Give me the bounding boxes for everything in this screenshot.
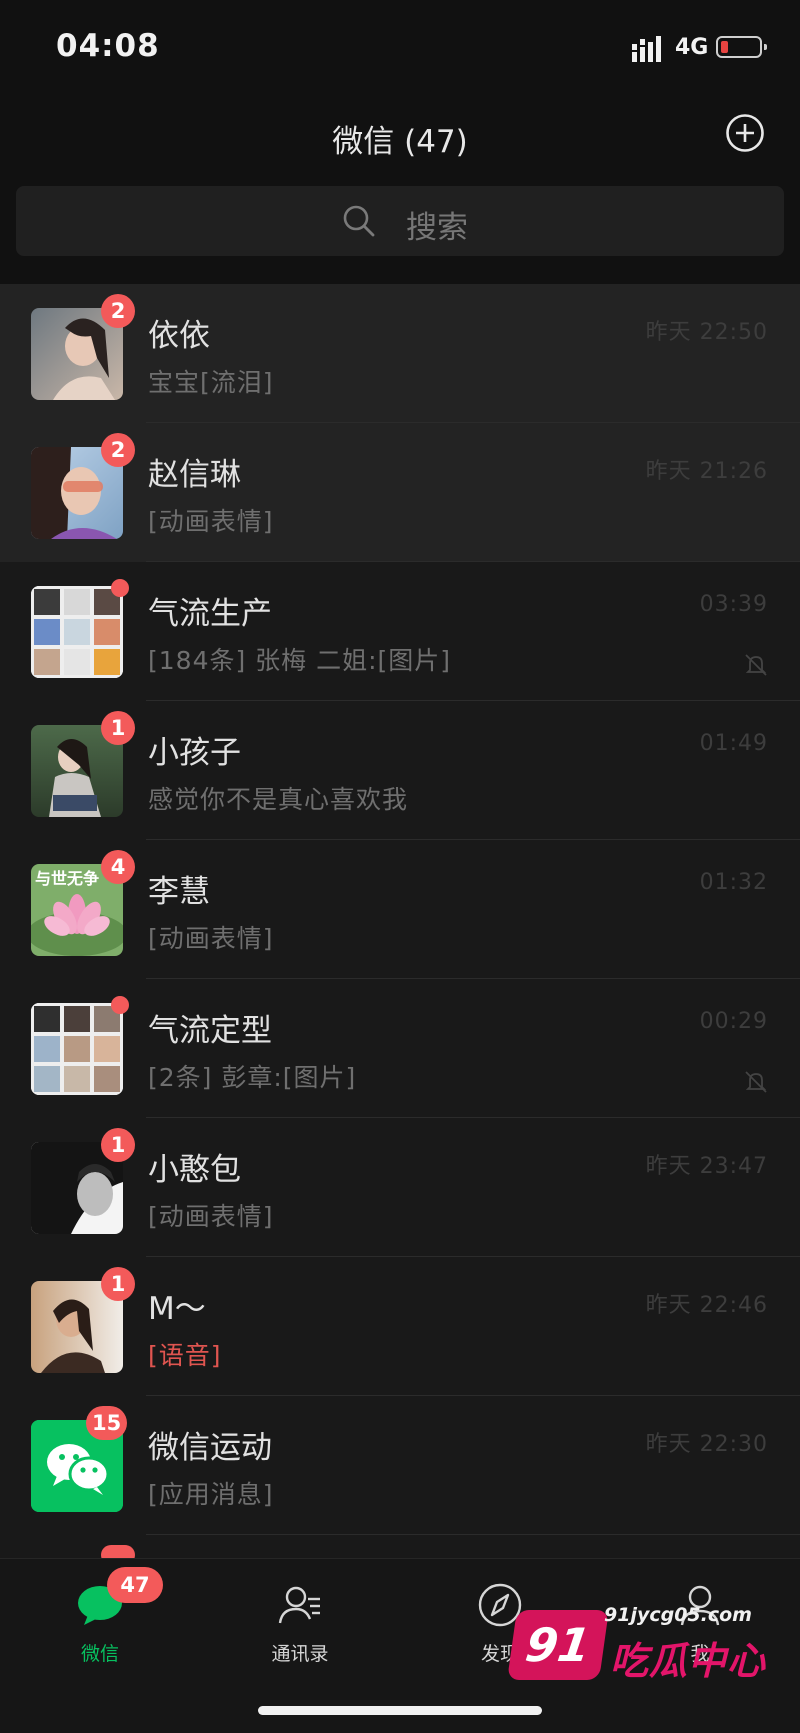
search-icon <box>343 205 375 237</box>
contacts-icon <box>278 1586 320 1624</box>
chat-preview: [2条] 彭章:[图片] <box>148 1063 357 1092</box>
page-title: 微信 (47) <box>332 124 468 160</box>
tab-badge: 47 <box>107 1567 163 1603</box>
unread-badge: 2 <box>101 294 135 328</box>
chat-name: M～ <box>148 1291 206 1327</box>
chat-row-xiaohaizi[interactable]: 1 小孩子 感觉你不是真心喜欢我 01:49 <box>0 701 800 840</box>
chat-row-lihui[interactable]: 与世无争 4 李慧 [动画表情] 01:32 <box>0 840 800 979</box>
chat-name: 依依 <box>148 318 210 354</box>
group-avatar <box>31 1003 123 1095</box>
chat-name: 李慧 <box>148 874 210 910</box>
search-input[interactable]: 搜索 <box>16 186 784 256</box>
chat-time: 昨天 21:26 <box>645 459 768 484</box>
chat-preview: [动画表情] <box>148 1202 274 1231</box>
chat-name: 气流生产 <box>148 596 272 632</box>
chat-row-yiyi[interactable]: 2 依依 宝宝[流泪] 昨天 22:50 <box>0 284 800 423</box>
network-type: 4G <box>675 35 709 60</box>
unread-badge: 1 <box>101 711 135 745</box>
tab-chats[interactable]: 47 微信 <box>0 1559 200 1669</box>
chat-name: 小孩子 <box>148 735 241 771</box>
watermark-url: 91jycg05.com <box>604 1604 752 1626</box>
chat-preview: [动画表情] <box>148 507 274 536</box>
chat-time: 00:29 <box>699 1009 768 1034</box>
chat-row-m[interactable]: 1 M～ [语音] 昨天 22:46 <box>0 1257 800 1396</box>
chat-name: 气流定型 <box>148 1013 272 1049</box>
watermark-brand: 91 <box>507 1610 609 1680</box>
battery-icon <box>716 36 767 58</box>
unread-badge: 15 <box>86 1406 128 1440</box>
chat-time: 昨天 22:50 <box>645 320 768 345</box>
unread-badge: 4 <box>101 850 135 884</box>
chat-time: 03:39 <box>699 592 768 617</box>
chat-preview: [动画表情] <box>148 924 274 953</box>
chat-time: 01:32 <box>699 870 768 895</box>
chat-time: 昨天 22:46 <box>645 1293 768 1318</box>
home-indicator[interactable] <box>258 1706 542 1715</box>
chat-preview: [184条] 张梅 二姐:[图片] <box>148 646 452 675</box>
watermark-logo: 91 91jycg05.com 吃瓜中心 <box>507 1604 770 1686</box>
header: 微信 (47) <box>0 96 800 186</box>
watermark-name: 吃瓜中心 <box>610 1639 767 1683</box>
avatar-caption: 与世无争 <box>35 869 100 888</box>
status-bar: 04:08 4G <box>0 0 800 96</box>
chat-name: 小憨包 <box>148 1152 241 1188</box>
chat-row-xiaohanbao[interactable]: 1 小憨包 [动画表情] 昨天 23:47 <box>0 1118 800 1257</box>
add-circle-icon[interactable] <box>725 113 765 153</box>
unread-dot <box>111 579 129 597</box>
chat-row-qiliu-dingxing[interactable]: 气流定型 [2条] 彭章:[图片] 00:29 <box>0 979 800 1118</box>
group-avatar <box>31 586 123 678</box>
chat-time: 昨天 22:30 <box>645 1432 768 1457</box>
mute-bell-icon <box>745 1071 767 1093</box>
chat-time: 01:49 <box>699 731 768 756</box>
tab-label: 通讯录 <box>271 1643 329 1665</box>
clock: 04:08 <box>56 28 160 64</box>
chat-row-zhaoxinlin[interactable]: 2 赵信琳 [动画表情] 昨天 21:26 <box>0 423 800 562</box>
unread-badge: 2 <box>101 433 135 467</box>
chat-preview: 宝宝[流泪] <box>148 368 274 397</box>
unread-dot <box>111 996 129 1014</box>
tab-contacts[interactable]: 通讯录 <box>200 1559 400 1669</box>
chat-preview: 感觉你不是真心喜欢我 <box>148 785 409 814</box>
search-placeholder: 搜索 <box>406 210 468 246</box>
chat-time: 昨天 23:47 <box>645 1154 768 1179</box>
chat-preview: [应用消息] <box>148 1480 274 1509</box>
chat-name: 微信运动 <box>148 1430 272 1466</box>
chat-name: 赵信琳 <box>148 457 241 493</box>
tab-label: 微信 <box>80 1643 119 1665</box>
chat-preview: [语音] <box>148 1341 222 1370</box>
unread-badge: 1 <box>101 1267 135 1301</box>
mute-bell-icon <box>745 654 767 676</box>
chat-row-wechat-sport[interactable]: 15 微信运动 [应用消息] 昨天 22:30 <box>0 1396 800 1535</box>
search-area: 搜索 <box>0 186 800 284</box>
chat-row-qiliu-shengchan[interactable]: 气流生产 [184条] 张梅 二姐:[图片] 03:39 <box>0 562 800 701</box>
unread-badge: 1 <box>101 1128 135 1162</box>
cellular-signal-icon <box>632 36 661 62</box>
